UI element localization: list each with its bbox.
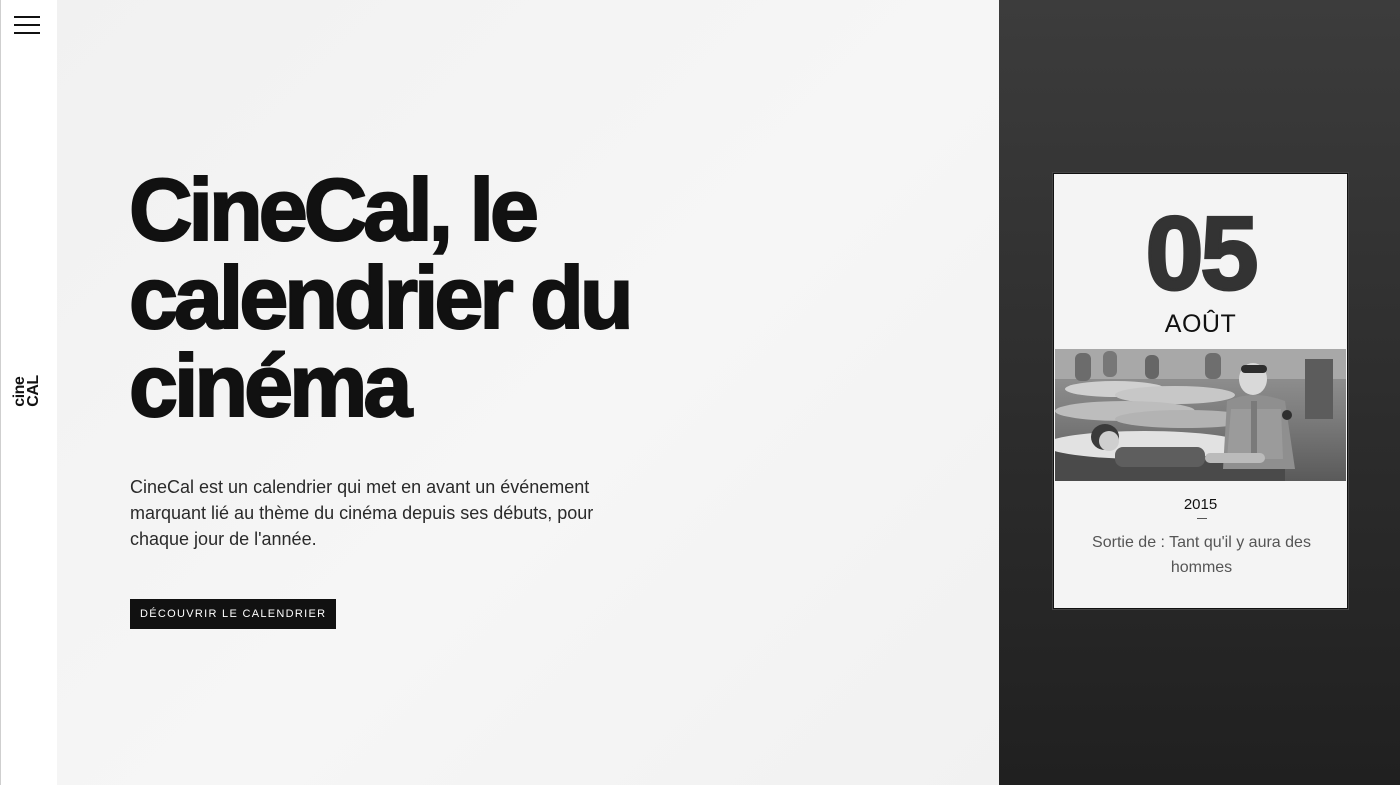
- hero-title: CineCal, le calendrier du cinéma: [128, 160, 635, 435]
- event-year: 2015: [1183, 496, 1218, 513]
- film-still-illustration: [1055, 349, 1346, 481]
- calendar-panel: 05 AOÛT 2015 Sortie de: Tant qu'il y au…: [999, 0, 1400, 785]
- hero-description: CineCal est un calendrier qui met en ava…: [130, 477, 594, 549]
- page: cine CAL CineCal, le calendrier du ciném…: [0, 0, 1400, 785]
- film-still-image: [1055, 349, 1346, 481]
- logo-line-cal: CAL: [25, 375, 42, 407]
- calendar-month: AOÛT: [1164, 310, 1237, 338]
- left-rail: cine CAL: [0, 0, 57, 785]
- cinecal-logo[interactable]: cine CAL: [10, 373, 44, 409]
- calendar-card[interactable]: 05 AOÛT 2015 Sortie de: Tant qu'il y au…: [1053, 173, 1348, 609]
- discover-calendar-button[interactable]: DÉCOUVRIR LE CALENDRIER: [130, 599, 337, 629]
- year-divider: [1197, 518, 1207, 519]
- hamburger-menu-icon[interactable]: [14, 14, 42, 36]
- event-description: Sortie de : Tant qu'il y aura des hommes: [1092, 534, 1311, 576]
- hero-section: CineCal, le calendrier du cinéma CineCal…: [57, 0, 999, 785]
- calendar-day: 05: [1144, 196, 1260, 312]
